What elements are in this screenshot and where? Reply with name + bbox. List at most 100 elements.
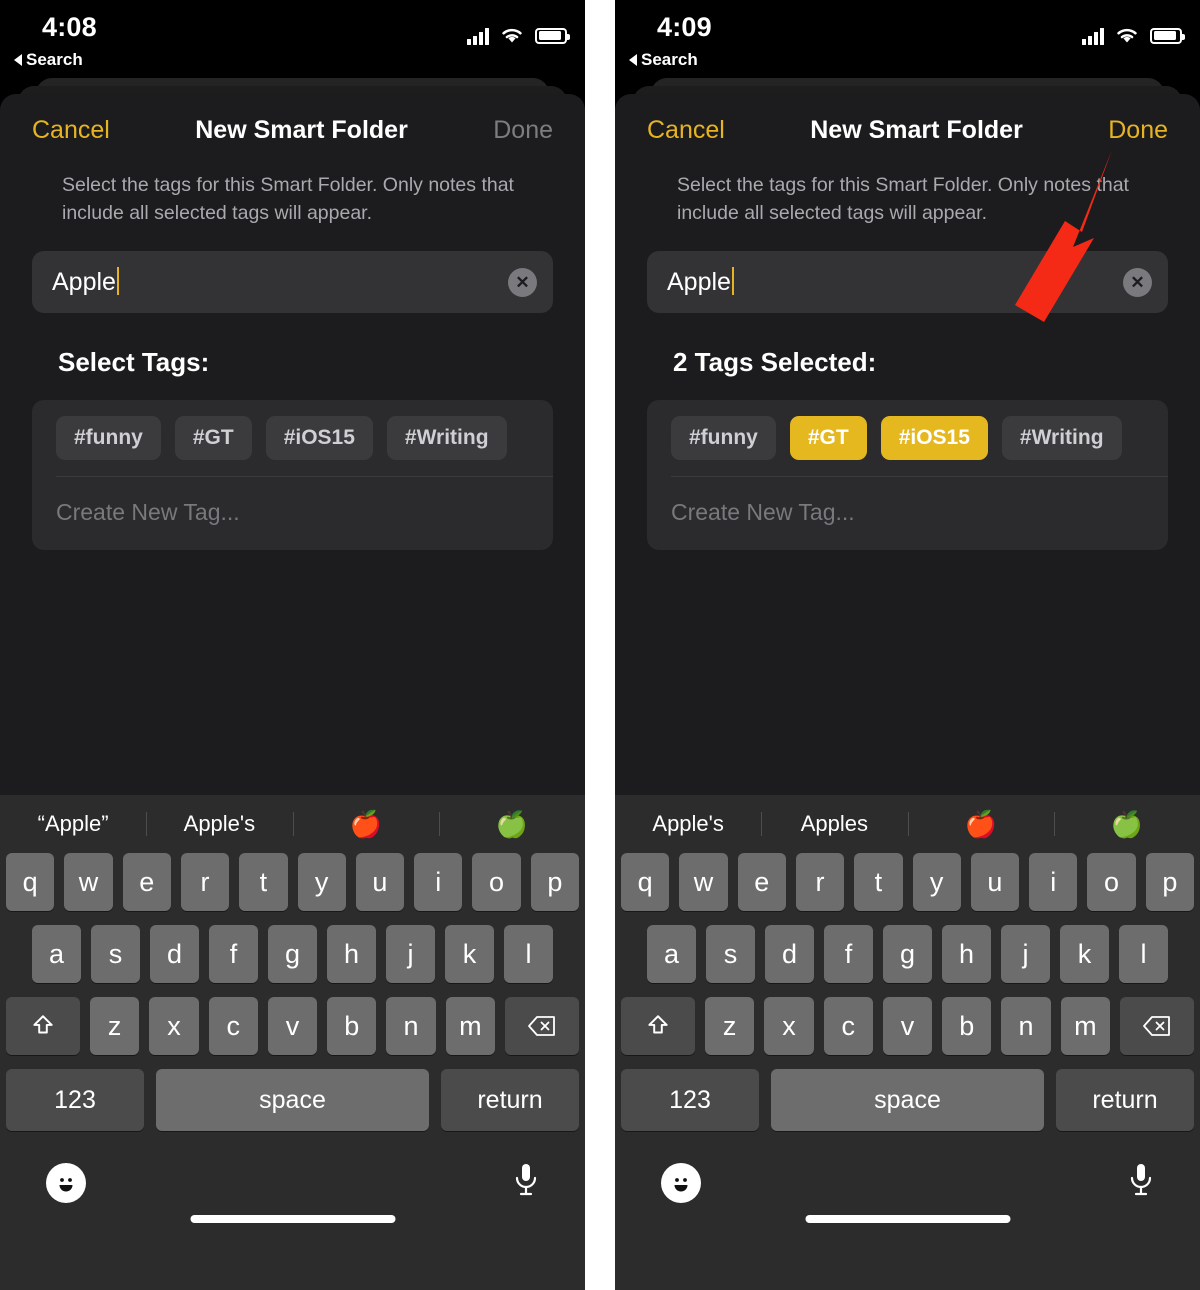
key-w[interactable]: w	[64, 853, 113, 911]
key-l[interactable]: l	[1119, 925, 1168, 983]
keyboard-row-2: a s d f g h j k l	[0, 925, 585, 983]
suggestion-item[interactable]: Apples	[761, 811, 907, 837]
suggestion-item[interactable]: “Apple”	[0, 811, 146, 837]
return-key[interactable]: return	[441, 1069, 579, 1131]
suggestion-item[interactable]: Apple's	[146, 811, 292, 837]
key-k[interactable]: k	[445, 925, 494, 983]
key-s[interactable]: s	[706, 925, 755, 983]
smiley-face-icon[interactable]	[46, 1163, 86, 1203]
shift-arrow-icon[interactable]	[621, 997, 696, 1055]
key-e[interactable]: e	[122, 853, 171, 911]
key-t[interactable]: t	[239, 853, 288, 911]
back-to-search-indicator[interactable]: Search	[629, 50, 698, 70]
key-g[interactable]: g	[268, 925, 317, 983]
microphone-icon[interactable]	[513, 1161, 539, 1206]
key-j[interactable]: j	[386, 925, 435, 983]
key-u[interactable]: u	[355, 853, 405, 911]
key-v[interactable]: v	[882, 997, 933, 1055]
key-z[interactable]: z	[90, 997, 140, 1055]
done-button[interactable]: Done	[1108, 116, 1168, 145]
key-x[interactable]: x	[149, 997, 199, 1055]
microphone-icon[interactable]	[1128, 1161, 1154, 1206]
tag-chip[interactable]: #funny	[671, 416, 776, 461]
backspace-icon[interactable]	[1119, 997, 1194, 1055]
key-a[interactable]: a	[32, 925, 81, 983]
key-n[interactable]: n	[1001, 997, 1051, 1055]
tag-chip[interactable]: #funny	[56, 416, 161, 461]
create-new-tag-input[interactable]: Create New Tag...	[32, 477, 553, 550]
clear-circle-icon[interactable]: ✕	[508, 267, 537, 297]
key-c[interactable]: c	[208, 997, 258, 1055]
key-e[interactable]: e	[737, 853, 786, 911]
done-button[interactable]: Done	[493, 116, 553, 145]
folder-name-field[interactable]: Apple ✕	[32, 251, 553, 314]
key-r[interactable]: r	[180, 853, 230, 911]
space-key[interactable]: space	[156, 1069, 429, 1131]
key-j[interactable]: j	[1001, 925, 1050, 983]
key-q[interactable]: q	[6, 853, 55, 911]
key-d[interactable]: d	[765, 925, 814, 983]
home-indicator	[805, 1215, 1010, 1223]
key-t[interactable]: t	[854, 853, 903, 911]
numbers-key[interactable]: 123	[621, 1069, 759, 1131]
key-o[interactable]: o	[1087, 853, 1136, 911]
key-l[interactable]: l	[504, 925, 553, 983]
folder-name-field[interactable]: Apple ✕	[647, 251, 1168, 314]
key-x[interactable]: x	[764, 997, 814, 1055]
tag-chip[interactable]: #Writing	[1001, 416, 1122, 461]
tag-chip[interactable]: #Writing	[386, 416, 507, 461]
key-d[interactable]: d	[150, 925, 199, 983]
suggestion-item[interactable]: 🍏	[439, 809, 585, 840]
key-h[interactable]: h	[942, 925, 991, 983]
key-k[interactable]: k	[1060, 925, 1109, 983]
key-v[interactable]: v	[267, 997, 318, 1055]
suggestion-item[interactable]: 🍎	[293, 809, 439, 840]
tag-chip[interactable]: #GT	[174, 416, 252, 461]
tag-chip[interactable]: #iOS15	[265, 416, 373, 461]
create-new-tag-input[interactable]: Create New Tag...	[647, 477, 1168, 550]
clear-circle-icon[interactable]: ✕	[1123, 267, 1152, 297]
key-s[interactable]: s	[91, 925, 140, 983]
key-m[interactable]: m	[445, 997, 495, 1055]
smiley-face-icon[interactable]	[661, 1163, 701, 1203]
key-h[interactable]: h	[327, 925, 376, 983]
tag-chip-selected[interactable]: #GT	[789, 416, 867, 461]
text-caret	[116, 267, 120, 296]
suggestion-item[interactable]: Apple's	[615, 811, 761, 837]
key-b[interactable]: b	[942, 997, 992, 1055]
cancel-button[interactable]: Cancel	[32, 116, 110, 145]
key-o[interactable]: o	[472, 853, 521, 911]
backspace-icon[interactable]	[504, 997, 579, 1055]
key-c[interactable]: c	[823, 997, 873, 1055]
cancel-button[interactable]: Cancel	[647, 116, 725, 145]
key-f[interactable]: f	[824, 925, 873, 983]
key-q[interactable]: q	[621, 853, 670, 911]
tag-chip-selected[interactable]: #iOS15	[880, 416, 988, 461]
key-b[interactable]: b	[327, 997, 377, 1055]
key-y[interactable]: y	[912, 853, 961, 911]
suggestion-item[interactable]: 🍎	[908, 809, 1054, 840]
status-time: 4:09	[657, 12, 712, 42]
key-m[interactable]: m	[1060, 997, 1110, 1055]
shift-arrow-icon[interactable]	[6, 997, 81, 1055]
key-g[interactable]: g	[883, 925, 932, 983]
screenshot-stage: 4:08 Search Cancel New Smart Folder Done…	[0, 0, 1200, 1290]
key-y[interactable]: y	[297, 853, 346, 911]
key-u[interactable]: u	[970, 853, 1020, 911]
key-p[interactable]: p	[1145, 853, 1194, 911]
space-key[interactable]: space	[771, 1069, 1044, 1131]
key-n[interactable]: n	[386, 997, 436, 1055]
key-a[interactable]: a	[647, 925, 696, 983]
return-key[interactable]: return	[1056, 1069, 1194, 1131]
suggestion-item[interactable]: 🍏	[1054, 809, 1200, 840]
keyboard-row-1: q w e r t y u i o p	[0, 853, 585, 911]
key-i[interactable]: i	[1029, 853, 1078, 911]
numbers-key[interactable]: 123	[6, 1069, 144, 1131]
key-w[interactable]: w	[679, 853, 728, 911]
key-p[interactable]: p	[530, 853, 579, 911]
key-r[interactable]: r	[795, 853, 845, 911]
key-f[interactable]: f	[209, 925, 258, 983]
back-to-search-indicator[interactable]: Search	[14, 50, 83, 70]
key-i[interactable]: i	[414, 853, 463, 911]
key-z[interactable]: z	[705, 997, 755, 1055]
